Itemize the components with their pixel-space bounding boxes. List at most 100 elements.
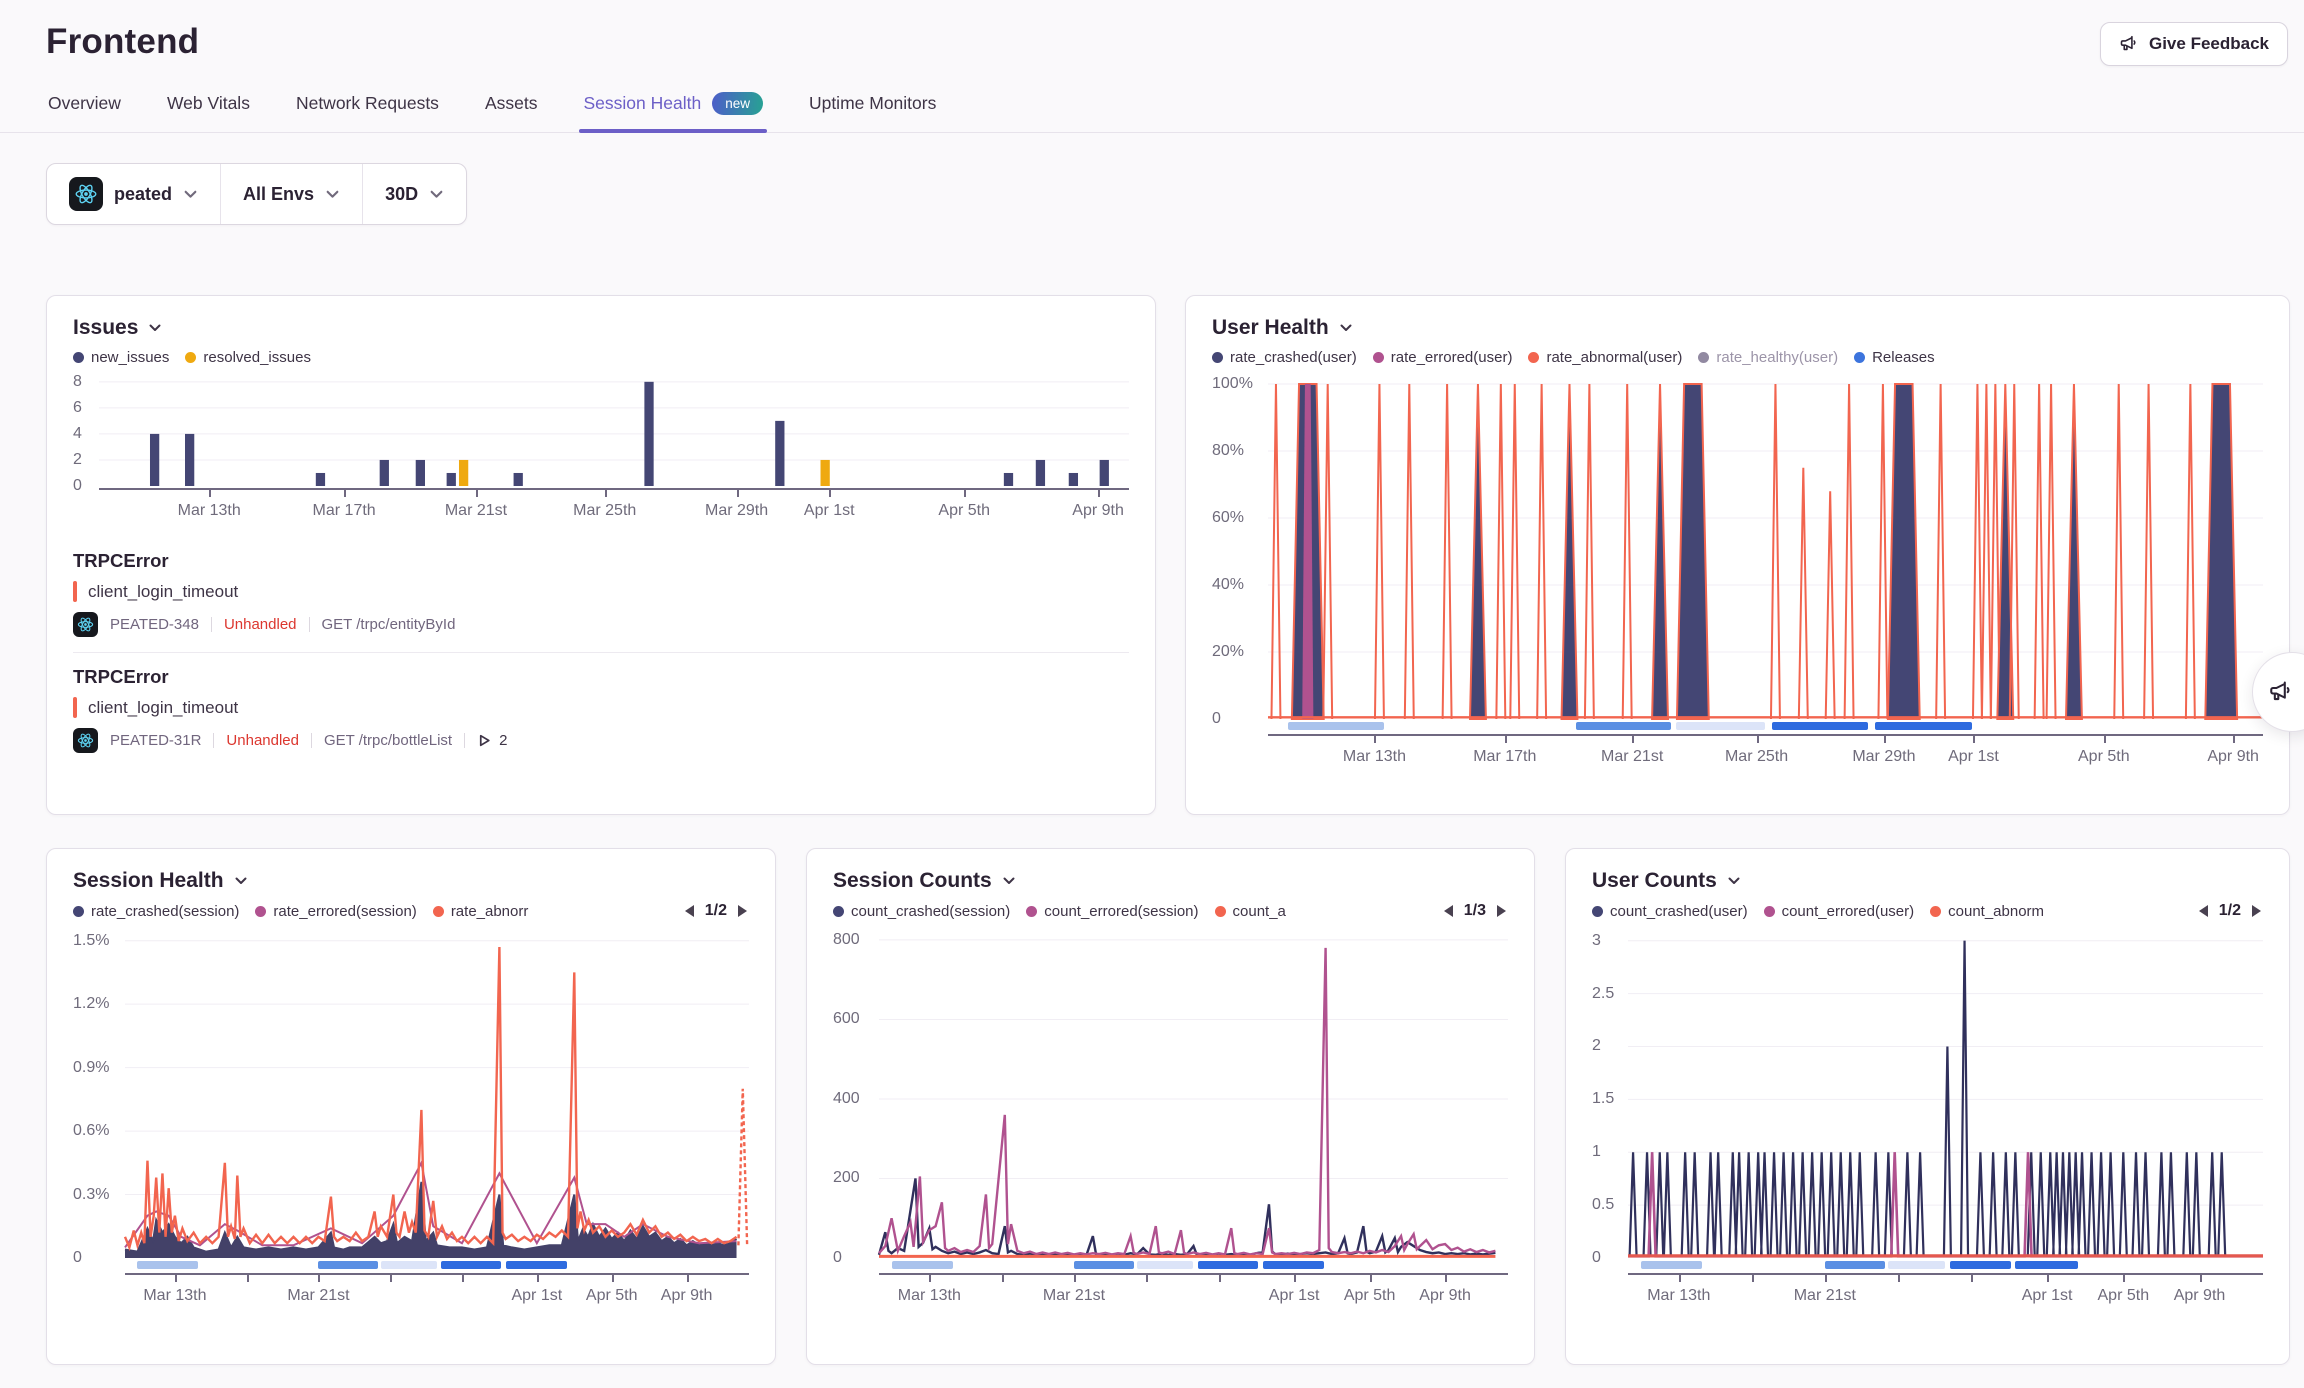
- release-bar[interactable]: [441, 1261, 501, 1269]
- tab-assets[interactable]: Assets: [483, 86, 540, 132]
- release-bar[interactable]: [1288, 722, 1385, 730]
- legend-item[interactable]: rate_abnormal(user): [1528, 349, 1682, 366]
- legend-item[interactable]: count_crashed(user): [1592, 903, 1748, 920]
- issues-panel: Issues new_issues resolved_issues 02468Ma…: [46, 295, 1156, 815]
- issues-chart[interactable]: 02468Mar 13thMar 17thMar 21stMar 25thMar…: [73, 374, 1129, 525]
- legend-item[interactable]: count_errored(user): [1764, 903, 1915, 920]
- legend-item[interactable]: Releases: [1854, 349, 1935, 366]
- legend-item[interactable]: count_abnorm: [1930, 903, 2044, 920]
- session-counts-chart[interactable]: 0200400600800Mar 13thMar 21stApr 1stApr …: [833, 928, 1508, 1310]
- session-counts-panel-title[interactable]: Session Counts: [833, 869, 1508, 893]
- legend-item[interactable]: rate_errored(session): [255, 903, 416, 920]
- user-counts-chart[interactable]: 00.511.522.53Mar 13thMar 21stApr 1stApr …: [1592, 928, 2263, 1310]
- chevron-down-icon: [148, 321, 162, 335]
- tab-web-vitals[interactable]: Web Vitals: [165, 86, 252, 132]
- release-bar[interactable]: [381, 1261, 437, 1269]
- legend-dot: [1215, 906, 1226, 917]
- legend-dot: [1930, 906, 1941, 917]
- release-bar[interactable]: [1137, 1261, 1194, 1269]
- issue-short-id: PEATED-31R: [110, 732, 201, 749]
- chevron-down-icon: [429, 187, 444, 202]
- divider: [311, 733, 312, 748]
- pager-prev-icon[interactable]: [1442, 904, 1454, 918]
- release-bar[interactable]: [1576, 722, 1671, 730]
- release-bar[interactable]: [1198, 1261, 1258, 1269]
- filter-bar: peated All Envs 30D: [46, 163, 467, 225]
- legend-dot: [1592, 906, 1603, 917]
- release-bar[interactable]: [1074, 1261, 1134, 1269]
- release-bar[interactable]: [137, 1261, 198, 1269]
- tab-bar: Overview Web Vitals Network Requests Assets…: [0, 86, 2304, 133]
- legend-pager: 1/2: [683, 902, 749, 920]
- divider: [309, 617, 310, 632]
- session-health-panel-title[interactable]: Session Health: [73, 869, 749, 893]
- environment-filter[interactable]: All Envs: [220, 164, 362, 224]
- issues-panel-title[interactable]: Issues: [73, 316, 1129, 340]
- chevron-down-icon: [325, 187, 340, 202]
- page-title: Frontend: [46, 22, 199, 62]
- legend-item[interactable]: rate_healthy(user): [1698, 349, 1838, 366]
- pager-prev-icon[interactable]: [2197, 904, 2209, 918]
- issue-unhandled-tag: Unhandled: [226, 732, 299, 749]
- legend-item[interactable]: count_crashed(session): [833, 903, 1010, 920]
- session-health-legend: rate_crashed(session) rate_errored(sessio…: [73, 903, 673, 920]
- release-bar[interactable]: [2015, 1261, 2077, 1269]
- pager-label: 1/2: [2219, 902, 2241, 920]
- tab-label: Network Requests: [296, 93, 439, 114]
- tab-label: Overview: [48, 93, 121, 114]
- legend-item[interactable]: resolved_issues: [185, 349, 311, 366]
- legend-dot: [1212, 352, 1223, 363]
- pager-next-icon[interactable]: [1496, 904, 1508, 918]
- legend-dot: [255, 906, 266, 917]
- issue-short-id: PEATED-348: [110, 616, 199, 633]
- chevron-down-icon: [1727, 874, 1741, 888]
- project-filter[interactable]: peated: [47, 164, 220, 224]
- release-bar[interactable]: [1875, 722, 1973, 730]
- release-bar[interactable]: [1888, 1261, 1945, 1269]
- pager-next-icon[interactable]: [737, 904, 749, 918]
- legend-item[interactable]: rate_crashed(session): [73, 903, 239, 920]
- user-counts-panel-title[interactable]: User Counts: [1592, 869, 2263, 893]
- release-bar[interactable]: [1676, 722, 1766, 730]
- tab-session-health[interactable]: Session Healthnew: [581, 86, 764, 132]
- legend-item[interactable]: count_a: [1215, 903, 1286, 920]
- release-bar[interactable]: [1641, 1261, 1703, 1269]
- issue-level-bar: [73, 581, 77, 602]
- pager-next-icon[interactable]: [2251, 904, 2263, 918]
- user-health-panel-title[interactable]: User Health: [1212, 316, 2263, 340]
- date-range-filter[interactable]: 30D: [362, 164, 466, 224]
- legend-dot: [73, 906, 84, 917]
- divider: [213, 733, 214, 748]
- legend-dot: [433, 906, 444, 917]
- chevron-down-icon: [234, 874, 248, 888]
- legend-dot: [1764, 906, 1775, 917]
- release-bar[interactable]: [892, 1261, 953, 1269]
- pager-prev-icon[interactable]: [683, 904, 695, 918]
- session-health-chart[interactable]: 00.3%0.6%0.9%1.2%1.5%Mar 13thMar 21stApr…: [73, 928, 749, 1310]
- release-bar[interactable]: [1950, 1261, 2011, 1269]
- legend-item[interactable]: rate_abnorr: [433, 903, 529, 920]
- issue-replay-count[interactable]: 2: [477, 732, 507, 749]
- issue-row[interactable]: TRPCError client_login_timeout PEATED-34…: [73, 537, 1129, 653]
- release-bar[interactable]: [506, 1261, 567, 1269]
- release-bar[interactable]: [1772, 722, 1868, 730]
- legend-pager: 1/2: [2197, 902, 2263, 920]
- tab-overview[interactable]: Overview: [46, 86, 123, 132]
- legend-item[interactable]: new_issues: [73, 349, 169, 366]
- give-feedback-button[interactable]: Give Feedback: [2100, 22, 2288, 66]
- user-health-chart[interactable]: 020%40%60%80%100%Mar 13thMar 17thMar 21s…: [1212, 374, 2263, 771]
- react-project-icon: [73, 612, 98, 637]
- legend-item[interactable]: rate_errored(user): [1373, 349, 1513, 366]
- tab-network-requests[interactable]: Network Requests: [294, 86, 441, 132]
- issues-legend: new_issues resolved_issues: [73, 349, 1129, 366]
- date-range-filter-value: 30D: [385, 184, 418, 205]
- session-health-panel: Session Health rate_crashed(session)rate…: [46, 848, 776, 1365]
- tab-uptime-monitors[interactable]: Uptime Monitors: [807, 86, 938, 132]
- legend-item[interactable]: rate_crashed(user): [1212, 349, 1357, 366]
- release-bar[interactable]: [318, 1261, 377, 1269]
- release-bar[interactable]: [1825, 1261, 1885, 1269]
- legend-item[interactable]: count_errored(session): [1026, 903, 1198, 920]
- legend-dot: [73, 352, 84, 363]
- issue-row[interactable]: TRPCError client_login_timeout PEATED-31…: [73, 653, 1129, 768]
- release-bar[interactable]: [1263, 1261, 1325, 1269]
